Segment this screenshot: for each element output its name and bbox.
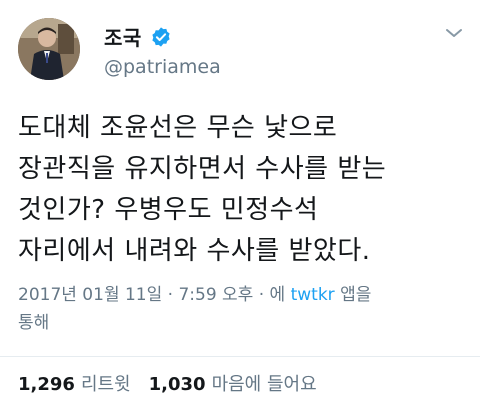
- tweet-source-link[interactable]: twtkr: [291, 285, 335, 305]
- retweet-label[interactable]: 리트윗: [81, 370, 131, 396]
- tweet-metadata: 2017년 01월 11일 · 7:59 오후 · 에 twtkr 앱을 통해: [18, 281, 468, 337]
- tweet-line: 자리에서 내려와 수사를 받았다.: [18, 236, 371, 266]
- tweet-stats: 1,296 리트윗 1,030 마음에 들어요: [18, 370, 335, 396]
- tweet-line: 도대체 조윤선은 무슨 낯으로: [18, 113, 338, 143]
- user-handle[interactable]: @patriamea: [104, 56, 221, 78]
- tweet-line: 장관직을 유지하면서 수사를 받는: [18, 154, 387, 184]
- chevron-down-icon[interactable]: [444, 26, 464, 40]
- like-label[interactable]: 마음에 들어요: [212, 370, 317, 396]
- like-count[interactable]: 1,030: [149, 374, 206, 395]
- user-name-row: 조국: [104, 22, 172, 51]
- user-name[interactable]: 조국: [104, 22, 142, 51]
- verified-badge-icon: [152, 26, 170, 47]
- tweet-header: 조국 @patriamea: [0, 0, 480, 96]
- tweet-timestamp[interactable]: 2017년 01월 11일 · 7:59 오후 · 에: [18, 285, 291, 305]
- retweet-count[interactable]: 1,296: [18, 374, 75, 395]
- divider: [0, 356, 480, 357]
- avatar[interactable]: [18, 18, 80, 80]
- tweet-text: 도대체 조윤선은 무슨 낯으로 장관직을 유지하면서 수사를 받는 것인가? 우…: [18, 108, 468, 272]
- tweet-line: 것인가? 우병우도 민정수석: [18, 195, 319, 225]
- tweet-source-suffix-line2: 통해: [18, 313, 50, 333]
- tweet-source-suffix: 앱을: [334, 285, 372, 305]
